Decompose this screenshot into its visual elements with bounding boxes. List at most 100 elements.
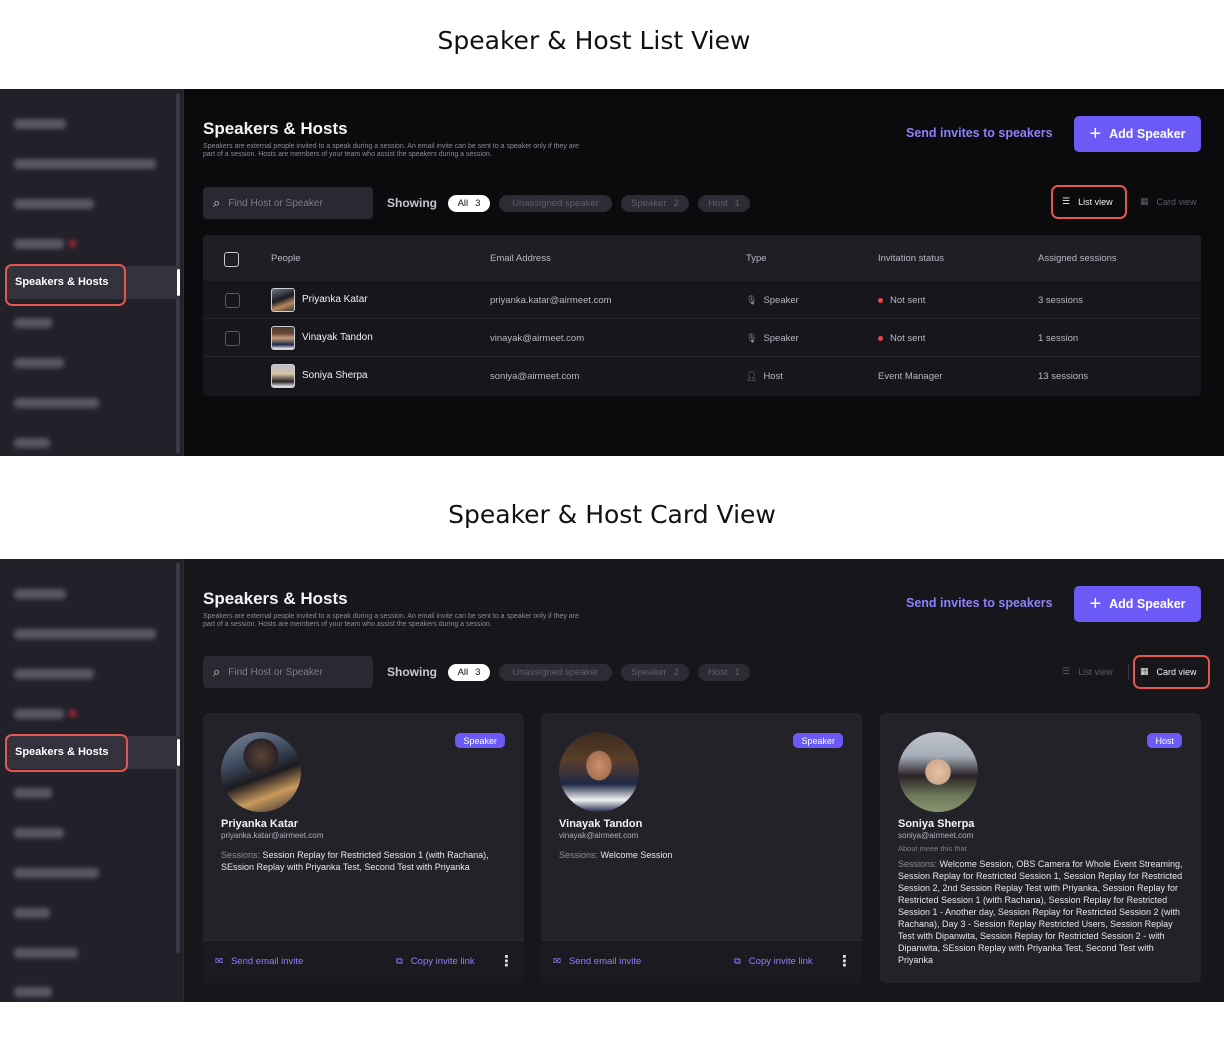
filter-chip-host[interactable]: Host 1: [698, 664, 750, 681]
card-footer: ✉ Send email invite ⧉ Copy invite link ⋮: [541, 940, 862, 983]
sidebar-item-blurred[interactable]: [14, 438, 50, 448]
chip-label: Unassigned speaker: [512, 667, 599, 678]
filter-chip-all[interactable]: All 3: [448, 195, 490, 212]
mail-icon: ✉: [553, 956, 561, 967]
select-all-checkbox[interactable]: [224, 252, 239, 267]
active-indicator: [177, 269, 180, 296]
card-footer: ✉ Send email invite ⧉ Copy invite link ⋮: [203, 940, 524, 983]
sidebar-item-blurred[interactable]: [14, 987, 52, 997]
sidebar-item-blurred[interactable]: [14, 629, 156, 639]
email: priyanka.katar@airmeet.com: [490, 295, 612, 306]
sidebar-item-blurred[interactable]: [14, 948, 78, 958]
avatar: [271, 326, 295, 350]
user-icon: 👤︎: [746, 371, 758, 381]
copy-invite-link[interactable]: ⧉ Copy invite link: [734, 956, 813, 967]
sidebar-item-blurred[interactable]: [14, 868, 99, 878]
highlight-box-sidebar: [5, 734, 128, 772]
sessions-text: Sessions: Welcome Session: [559, 849, 849, 861]
person-name: Soniya Sherpa: [898, 818, 975, 830]
search-input[interactable]: ⌕ Find Host or Speaker: [203, 656, 373, 688]
filter-chip-all[interactable]: All 3: [448, 664, 490, 681]
add-speaker-button[interactable]: + Add Speaker: [1074, 116, 1201, 152]
table-row[interactable]: Priyanka Katar priyanka.katar@airmeet.co…: [203, 281, 1201, 319]
person-name: Priyanka Katar: [221, 818, 299, 830]
sidebar-item-blurred[interactable]: [14, 318, 52, 328]
filter-chip-host[interactable]: Host 1: [698, 195, 750, 212]
copy-label: Copy invite link: [748, 956, 813, 967]
sidebar-item-blurred[interactable]: [14, 828, 64, 838]
sidebar-item-blurred[interactable]: [14, 398, 99, 408]
microphone-icon: 🎙︎: [746, 333, 758, 343]
sessions-list: Session Replay for Restricted Session 1 …: [221, 850, 489, 872]
speaker-card[interactable]: Speaker Vinayak Tandon vinayak@airmeet.c…: [541, 713, 862, 983]
assigned-sessions: 13 sessions: [1038, 371, 1089, 382]
type-label: Speaker: [763, 295, 799, 306]
chip-label: Speaker: [631, 667, 667, 678]
sidebar-item-blurred[interactable]: [14, 709, 76, 719]
person-name: Vinayak Tandon: [302, 332, 373, 343]
active-indicator: [177, 739, 180, 766]
sidebar-item-blurred[interactable]: [14, 239, 76, 249]
sessions-text: Sessions: Welcome Session, OBS Camera fo…: [898, 858, 1188, 966]
sessions-list: Welcome Session: [600, 850, 673, 860]
row-checkbox[interactable]: [225, 331, 240, 346]
send-email-invite-link[interactable]: ✉ Send email invite: [215, 956, 303, 967]
avatar: [898, 732, 978, 812]
row-checkbox[interactable]: [225, 293, 240, 308]
filter-chip-unassigned[interactable]: Unassigned speaker: [499, 195, 612, 212]
card-view-screen: Speakers & Hosts Speakers & Hosts Speake…: [0, 559, 1224, 1002]
avatar: [271, 288, 295, 312]
highlight-box-sidebar: [5, 264, 126, 306]
send-invites-link[interactable]: Send invites to speakers: [906, 596, 1053, 610]
sidebar-item-blurred[interactable]: [14, 788, 52, 798]
more-options-icon[interactable]: ⋮: [837, 952, 852, 970]
chip-count: 2: [673, 667, 679, 678]
chip-label: Host: [708, 667, 728, 678]
copy-invite-link[interactable]: ⧉ Copy invite link: [396, 956, 475, 967]
send-invites-link[interactable]: Send invites to speakers: [906, 126, 1053, 140]
email: vinayak@airmeet.com: [490, 333, 585, 344]
assigned-sessions: 1 session: [1038, 333, 1079, 344]
speaker-card[interactable]: Speaker Priyanka Katar priyanka.katar@ai…: [203, 713, 524, 983]
page-title: Speakers & Hosts: [203, 589, 348, 608]
table-row[interactable]: Vinayak Tandon vinayak@airmeet.com 🎙︎ Spe…: [203, 319, 1201, 357]
about-text: About meee this that: [898, 844, 967, 853]
more-options-icon[interactable]: ⋮: [499, 952, 514, 970]
card-view-toggle[interactable]: ▦ Card view: [1140, 196, 1197, 207]
sidebar-item-blurred[interactable]: [14, 119, 66, 129]
add-speaker-button[interactable]: + Add Speaker: [1074, 586, 1201, 622]
sidebar-item-blurred[interactable]: [14, 589, 66, 599]
sidebar-item-blurred[interactable]: [14, 669, 94, 679]
chip-label: All: [457, 667, 469, 678]
search-input[interactable]: ⌕ Find Host or Speaker: [203, 187, 373, 219]
send-email-invite-link[interactable]: ✉ Send email invite: [553, 956, 641, 967]
list-view-toggle[interactable]: ☰ List view: [1062, 666, 1113, 677]
chip-label: All: [457, 198, 469, 209]
list-icon: ☰: [1062, 666, 1071, 676]
sidebar-item-blurred[interactable]: [14, 908, 50, 918]
copy-icon: ⧉: [396, 956, 403, 967]
column-header: Type: [746, 253, 767, 264]
add-speaker-label: Add Speaker: [1109, 127, 1186, 141]
filter-chip-unassigned[interactable]: Unassigned speaker: [499, 664, 612, 681]
sidebar-item-blurred[interactable]: [14, 199, 94, 209]
filter-chip-speaker[interactable]: Speaker 2: [621, 664, 689, 681]
host-card[interactable]: Host Soniya Sherpa soniya@airmeet.com Ab…: [880, 713, 1201, 983]
table-row[interactable]: Soniya Sherpa soniya@airmeet.com 👤︎ Host …: [203, 357, 1201, 395]
invitation-status: Event Manager: [878, 371, 943, 382]
sessions-label: Sessions:: [221, 850, 261, 860]
status-dot: [878, 335, 883, 341]
person-email: priyanka.katar@airmeet.com: [221, 831, 324, 840]
highlight-box-list-view: [1051, 185, 1127, 219]
person-name: Priyanka Katar: [302, 294, 368, 305]
sidebar-item-blurred[interactable]: [14, 358, 64, 368]
chip-count: 1: [734, 667, 740, 678]
status-label: Not sent: [890, 295, 926, 306]
filter-chip-speaker[interactable]: Speaker 2: [621, 195, 689, 212]
invitation-status: Not sent: [878, 333, 925, 344]
avatar: [221, 732, 301, 812]
chip-count: 2: [673, 198, 679, 209]
sidebar-item-blurred[interactable]: [14, 159, 156, 169]
card-view-caption: Speaker & Host Card View: [448, 500, 776, 529]
plus-icon: +: [1089, 593, 1102, 615]
